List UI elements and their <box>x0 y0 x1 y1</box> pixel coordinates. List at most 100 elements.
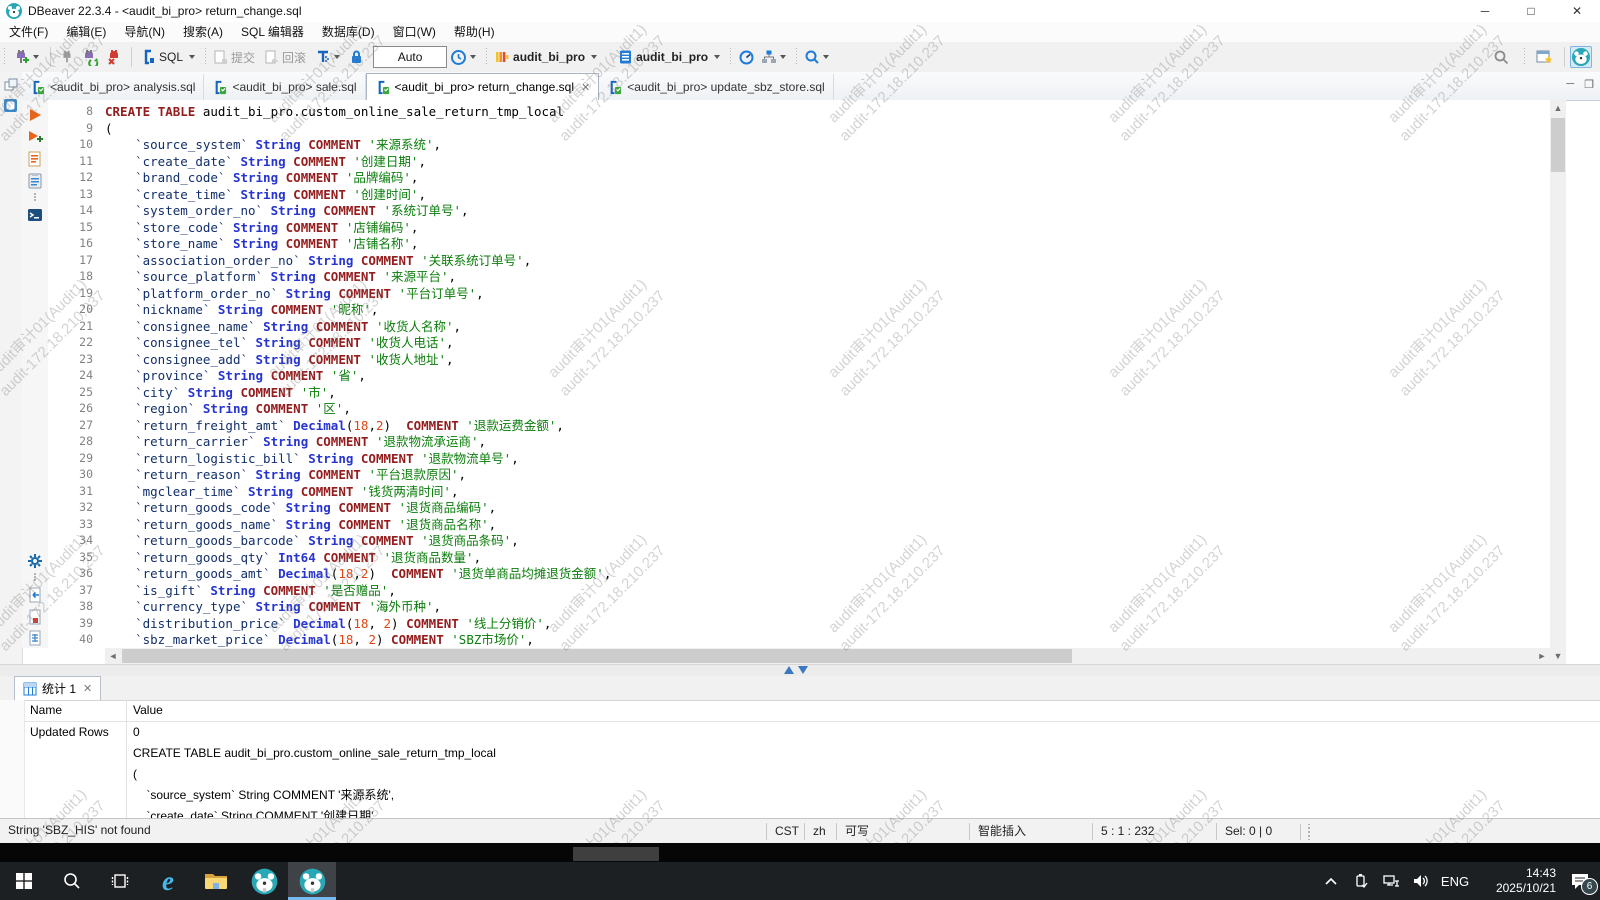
connect-button[interactable] <box>56 45 78 69</box>
status-segment[interactable]: 5 : 1 : 232 <box>1092 823 1216 840</box>
grid-header-name[interactable]: Name <box>24 700 127 721</box>
editor-tab[interactable]: <audit_bi_pro> sale.sql <box>204 74 365 100</box>
maximize-editor-icon[interactable]: ❐ <box>1584 78 1594 91</box>
dbeaver-taskbar-button[interactable] <box>240 862 288 900</box>
menu-item[interactable]: 搜索(A) <box>174 22 232 42</box>
save-sql-file-icon[interactable] <box>26 608 44 626</box>
usb-tray-button[interactable] <box>1346 862 1376 900</box>
code-line[interactable]: `platform_order_no` String COMMENT '平台订单… <box>105 286 1550 303</box>
network-tray-button[interactable] <box>1376 862 1406 900</box>
grid-cell-name[interactable] <box>24 785 127 806</box>
code-line[interactable]: `sbz_market_price` Decimal(18, 2) COMMEN… <box>105 632 1550 648</box>
status-segment[interactable]: 可写 <box>836 823 969 840</box>
grid-header-value[interactable]: Value <box>127 700 1600 721</box>
open-perspective-icon[interactable] <box>1535 48 1553 66</box>
code-line[interactable]: `consignee_name` String COMMENT '收货人名称', <box>105 319 1550 336</box>
scroll-right-arrow[interactable]: ► <box>1534 648 1550 664</box>
schema-dropdown[interactable] <box>714 55 720 59</box>
menu-item[interactable]: 窗口(W) <box>384 22 445 42</box>
internet-explorer-button[interactable]: e <box>144 862 192 900</box>
vertical-scroll-thumb[interactable] <box>1551 118 1565 172</box>
code-line[interactable]: `consignee_tel` String COMMENT '收货人电话', <box>105 335 1550 352</box>
er-diagram-button[interactable] <box>758 45 792 69</box>
execute-in-new-tab-icon[interactable] <box>26 128 44 146</box>
grid-cell-value[interactable]: ( <box>127 764 1600 785</box>
code-line[interactable]: ( <box>105 121 1550 138</box>
sql-editor-button[interactable]: SQL <box>137 45 201 69</box>
code-line[interactable]: `currency_type` String COMMENT '海外币种', <box>105 599 1550 616</box>
code-line[interactable]: `return_goods_amt` Decimal(18,2) COMMENT… <box>105 566 1550 583</box>
code-line[interactable]: `return_carrier` String COMMENT '退款物流承运商… <box>105 434 1550 451</box>
quick-search-icon[interactable] <box>1493 49 1510 66</box>
database-navigator-icon[interactable] <box>3 98 18 113</box>
autocommit-combo[interactable]: Auto <box>373 46 447 68</box>
code-line[interactable]: `is_gift` String COMMENT '是否赠品', <box>105 583 1550 600</box>
taskbar-search-button[interactable] <box>48 862 96 900</box>
taskbar-clock[interactable]: 14:43 2025/10/21 <box>1478 866 1556 896</box>
code-line[interactable]: `system_order_no` String COMMENT '系统订单号'… <box>105 203 1550 220</box>
code-line[interactable]: `region` String COMMENT '区', <box>105 401 1550 418</box>
code-line[interactable]: `store_code` String COMMENT '店铺编码', <box>105 220 1550 237</box>
sash-collapse-down-icon[interactable] <box>798 666 808 674</box>
horizontal-scroll-thumb[interactable] <box>122 649 1072 663</box>
schema-selector[interactable]: audit_bi_pro <box>615 45 726 69</box>
code-line[interactable]: `return_freight_amt` Decimal(18,2) COMME… <box>105 418 1550 435</box>
grid-row[interactable]: `source_system` String COMMENT '来源系统', <box>24 785 1600 806</box>
grid-row[interactable]: Updated Rows0 <box>24 722 1600 743</box>
minimize-editor-icon[interactable]: ─ <box>1566 78 1574 91</box>
connection-selector[interactable]: audit_bi_pro <box>491 45 603 69</box>
grid-cell-value[interactable]: `source_system` String COMMENT '来源系统', <box>127 785 1600 806</box>
editor-tab[interactable]: <audit_bi_pro> return_change.sql✕ <box>366 73 600 100</box>
execute-script-icon[interactable] <box>26 150 44 168</box>
editor-tab[interactable]: <audit_bi_pro> update_sbz_store.sql <box>599 74 833 100</box>
code-line[interactable]: `store_name` String COMMENT '店铺名称', <box>105 236 1550 253</box>
connection-dropdown[interactable] <box>591 55 597 59</box>
code-line[interactable]: `province` String COMMENT '省', <box>105 368 1550 385</box>
sql-editor-dropdown[interactable] <box>189 55 195 59</box>
grid-row[interactable]: CREATE TABLE audit_bi_pro.custom_online_… <box>24 743 1600 764</box>
commit-button[interactable]: 提交 <box>210 45 261 69</box>
grid-cell-name[interactable]: Updated Rows <box>24 722 127 743</box>
scroll-down-arrow[interactable]: ▼ <box>1550 648 1566 664</box>
code-line[interactable]: `return_reason` String COMMENT '平台退款原因', <box>105 467 1550 484</box>
code-line[interactable]: `association_order_no` String COMMENT '关… <box>105 253 1550 270</box>
tray-chevron-button[interactable] <box>1316 862 1346 900</box>
load-sql-file-icon[interactable] <box>26 586 44 604</box>
scroll-up-arrow[interactable]: ▲ <box>1550 100 1566 116</box>
code-line[interactable]: `source_platform` String COMMENT '来源平台', <box>105 269 1550 286</box>
new-connection-button[interactable] <box>9 45 45 69</box>
templates-icon[interactable] <box>26 629 44 647</box>
code-line[interactable]: `return_goods_name` String COMMENT '退货商品… <box>105 517 1550 534</box>
transaction-history-dropdown[interactable] <box>470 55 476 59</box>
dbeaver-perspective-button[interactable] <box>1570 46 1592 68</box>
toolbar-search-button[interactable] <box>801 45 835 69</box>
code-line[interactable]: `return_goods_code` String COMMENT '退货商品… <box>105 500 1550 517</box>
sash-expand-up-icon[interactable] <box>784 666 794 674</box>
code-line[interactable]: `return_logistic_bill` String COMMENT '退… <box>105 451 1550 468</box>
tab-close-icon[interactable]: ✕ <box>581 81 590 94</box>
code-line[interactable]: `consignee_add` String COMMENT '收货人地址', <box>105 352 1550 369</box>
restore-views-icon[interactable] <box>4 78 18 92</box>
sql-code-editor[interactable]: CREATE TABLE audit_bi_pro.custom_online_… <box>105 100 1550 648</box>
file-explorer-button[interactable] <box>192 862 240 900</box>
execute-statement-icon[interactable] <box>26 106 44 124</box>
code-line[interactable]: `distribution_price` Decimal(18, 2) COMM… <box>105 616 1550 633</box>
menu-item[interactable]: 数据库(D) <box>313 22 384 42</box>
grid-row[interactable]: ( <box>24 764 1600 785</box>
status-segment[interactable]: CST <box>766 823 804 840</box>
editor-tab[interactable]: <audit_bi_pro> analysis.sql <box>22 74 204 100</box>
status-segment[interactable]: Sel: 0 | 0 <box>1216 823 1292 840</box>
toolbar-search-dropdown[interactable] <box>823 55 829 59</box>
start-button[interactable] <box>0 862 48 900</box>
er-diagram-dropdown[interactable] <box>780 55 786 59</box>
disconnect-button[interactable] <box>102 45 126 69</box>
reconnect-button[interactable] <box>78 45 102 69</box>
dbeaver-taskbar-button-active[interactable] <box>288 862 336 900</box>
code-line[interactable]: `mgclear_time` String COMMENT '钱货两清时间', <box>105 484 1550 501</box>
code-line[interactable]: `city` String COMMENT '市', <box>105 385 1550 402</box>
rollback-button[interactable]: 回滚 <box>261 45 312 69</box>
maximize-button[interactable]: □ <box>1508 0 1554 22</box>
code-line[interactable]: `create_time` String COMMENT '创建时间', <box>105 187 1550 204</box>
statistics-tab-close-icon[interactable]: ✕ <box>83 682 92 695</box>
new-connection-dropdown[interactable] <box>33 55 39 59</box>
